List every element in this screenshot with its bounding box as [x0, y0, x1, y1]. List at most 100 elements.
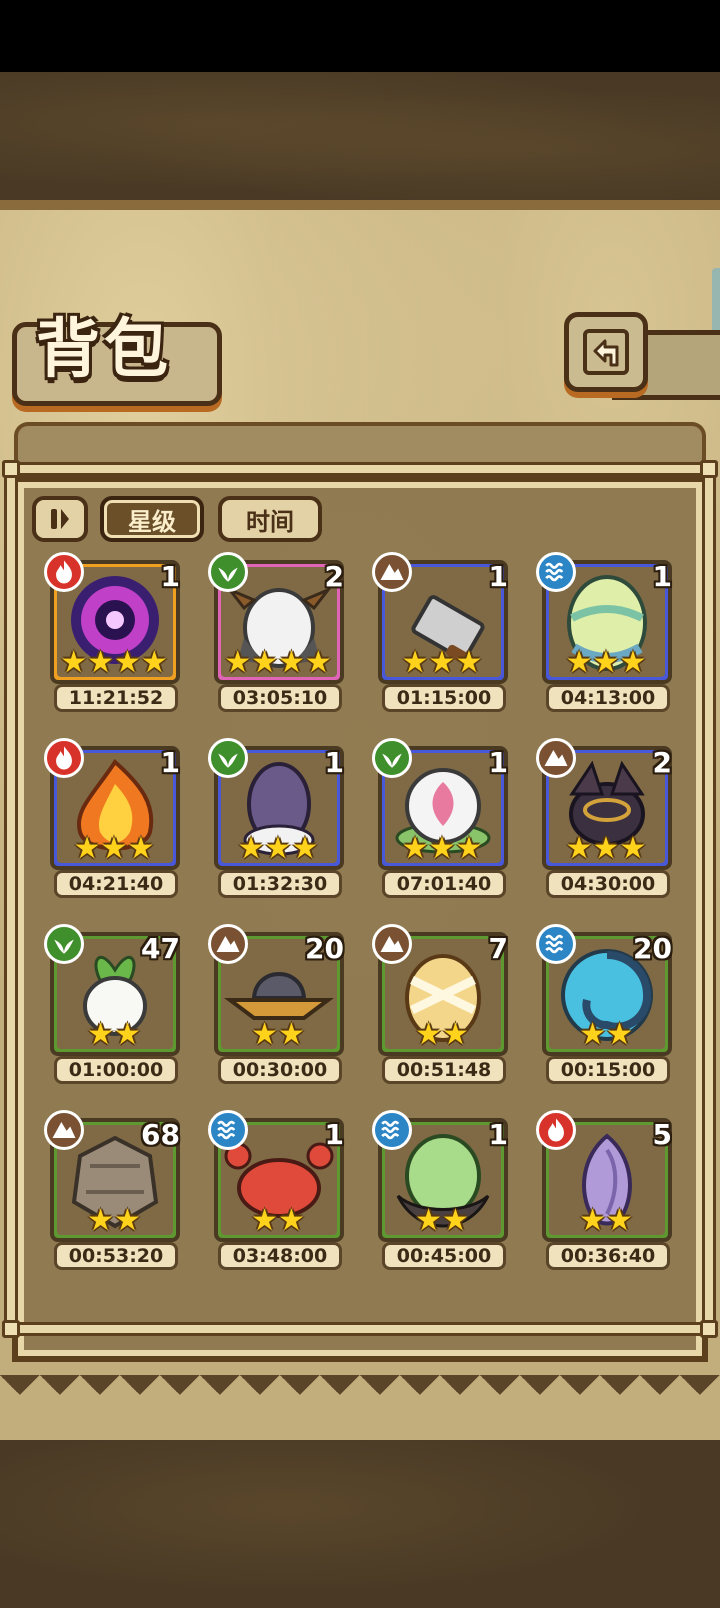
star-icon: ★: [237, 831, 265, 866]
inventory-item-striped-green-egg[interactable]: 1 ★ ★ ★ 04:13:00: [536, 552, 676, 712]
star-icon: ★: [87, 1203, 114, 1238]
star-icon: ★: [428, 645, 456, 680]
grass-element-icon: [208, 552, 248, 592]
inventory-item-cloaked-green-egg[interactable]: 1 ★ ★ 00:45:00: [372, 1110, 512, 1270]
sort-order-button[interactable]: [32, 496, 88, 542]
star-icon: ★: [291, 831, 319, 866]
item-count: 20: [633, 932, 672, 965]
inventory-item-violet-flower-bud[interactable]: 5 ★ ★ 00:36:40: [536, 1110, 676, 1270]
inventory-grid: 1 ★ ★ ★ ★ 11:21:52 2 ★ ★ ★ ★ 03:05:10 1 ★ ★ ★ 01:15:00 1 ★…: [44, 552, 680, 1270]
star-icon: ★: [224, 645, 252, 680]
star-icon: ★: [579, 1017, 606, 1052]
star-icon: ★: [442, 1017, 469, 1052]
star-icon: ★: [592, 831, 620, 866]
star-icon: ★: [114, 1203, 141, 1238]
star-rating: ★ ★: [208, 1020, 348, 1050]
star-icon: ★: [401, 645, 429, 680]
item-count: 5: [652, 1118, 672, 1151]
star-icon: ★: [140, 645, 168, 680]
item-count: 1: [160, 560, 180, 593]
rail-corner: [2, 1320, 20, 1338]
panel-rail-top: [4, 462, 716, 476]
rock-element-icon: [208, 924, 248, 964]
rock-element-icon: [536, 738, 576, 778]
rail-corner: [2, 460, 20, 478]
star-icon: ★: [415, 1017, 442, 1052]
star-icon: ★: [251, 1203, 278, 1238]
star-icon: ★: [606, 1017, 633, 1052]
tab-time[interactable]: 时间: [218, 496, 322, 542]
item-count: 68: [141, 1118, 180, 1151]
star-icon: ★: [87, 1017, 114, 1052]
item-timer: 07:01:40: [382, 870, 506, 898]
item-timer: 04:21:40: [54, 870, 178, 898]
item-timer: 04:30:00: [546, 870, 670, 898]
item-timer: 00:51:48: [382, 1056, 506, 1084]
star-rating: ★ ★ ★: [208, 834, 348, 864]
status-bar: [0, 0, 720, 72]
item-timer: 00:30:00: [218, 1056, 342, 1084]
item-timer: 03:05:10: [218, 684, 342, 712]
star-icon: ★: [619, 831, 647, 866]
star-icon: ★: [114, 645, 141, 680]
rock-element-icon: [372, 924, 412, 964]
item-count: 7: [488, 932, 508, 965]
star-icon: ★: [304, 645, 332, 680]
sort-toggle-icon: [51, 509, 69, 529]
grass-element-icon: [44, 924, 84, 964]
item-timer: 01:32:30: [218, 870, 342, 898]
water-element-icon: [536, 552, 576, 592]
item-count: 1: [160, 746, 180, 779]
item-timer: 01:00:00: [54, 1056, 178, 1084]
star-icon: ★: [100, 831, 128, 866]
star-icon: ★: [278, 645, 305, 680]
inventory-item-witch-hat[interactable]: 20 ★ ★ 00:30:00: [208, 924, 348, 1084]
star-rating: ★ ★ ★: [44, 834, 184, 864]
star-icon: ★: [87, 645, 114, 680]
item-count: 1: [652, 560, 672, 593]
water-element-icon: [208, 1110, 248, 1150]
inventory-item-dark-bat-egg[interactable]: 2 ★ ★ ★ 04:30:00: [536, 738, 676, 898]
star-icon: ★: [114, 1017, 141, 1052]
star-rating: ★ ★ ★: [536, 648, 676, 678]
back-button[interactable]: [564, 312, 648, 392]
inventory-item-white-radish[interactable]: 47 ★ ★ 01:00:00: [44, 924, 184, 1084]
inventory-item-stone-egg[interactable]: 68 ★ ★ 00:53:20: [44, 1110, 184, 1270]
star-icon: ★: [60, 645, 88, 680]
water-element-icon: [536, 924, 576, 964]
inventory-item-blue-shell-egg[interactable]: 20 ★ ★ 00:15:00: [536, 924, 676, 1084]
inventory-item-cleaver-knife[interactable]: 1 ★ ★ ★ 01:15:00: [372, 552, 512, 712]
inventory-item-crab[interactable]: 1 ★ ★ 03:48:00: [208, 1110, 348, 1270]
star-icon: ★: [251, 645, 278, 680]
star-icon: ★: [73, 831, 101, 866]
item-count: 1: [488, 560, 508, 593]
item-count: 47: [141, 932, 180, 965]
inventory-item-lotus-orb[interactable]: 1 ★ ★ ★ 07:01:40: [372, 738, 512, 898]
grass-element-icon: [372, 738, 412, 778]
fire-element-icon: [44, 738, 84, 778]
tab-star-level[interactable]: 星级: [100, 496, 204, 542]
fire-element-icon: [536, 1110, 576, 1150]
item-timer: 00:15:00: [546, 1056, 670, 1084]
inventory-item-horned-white-egg[interactable]: 2 ★ ★ ★ ★ 03:05:10: [208, 552, 348, 712]
star-icon: ★: [592, 645, 620, 680]
star-icon: ★: [442, 1203, 469, 1238]
star-icon: ★: [455, 645, 483, 680]
star-rating: ★ ★: [44, 1020, 184, 1050]
star-rating: ★ ★: [536, 1020, 676, 1050]
item-count: 1: [324, 746, 344, 779]
item-timer: 00:53:20: [54, 1242, 178, 1270]
inventory-item-dark-purple-orb[interactable]: 1 ★ ★ ★ ★ 11:21:52: [44, 552, 184, 712]
star-icon: ★: [127, 831, 155, 866]
star-icon: ★: [455, 831, 483, 866]
star-rating: ★ ★ ★: [372, 834, 512, 864]
inventory-item-flame-egg[interactable]: 1 ★ ★ ★ 04:21:40: [44, 738, 184, 898]
star-rating: ★ ★ ★: [536, 834, 676, 864]
inventory-item-bandaged-egg[interactable]: 7 ★ ★ 00:51:48: [372, 924, 512, 1084]
item-count: 2: [324, 560, 344, 593]
panel-rail-bottom: [4, 1322, 716, 1336]
star-rating: ★ ★: [208, 1206, 348, 1236]
inventory-item-purple-furry-egg[interactable]: 1 ★ ★ ★ 01:32:30: [208, 738, 348, 898]
item-count: 1: [324, 1118, 344, 1151]
star-rating: ★ ★: [44, 1206, 184, 1236]
